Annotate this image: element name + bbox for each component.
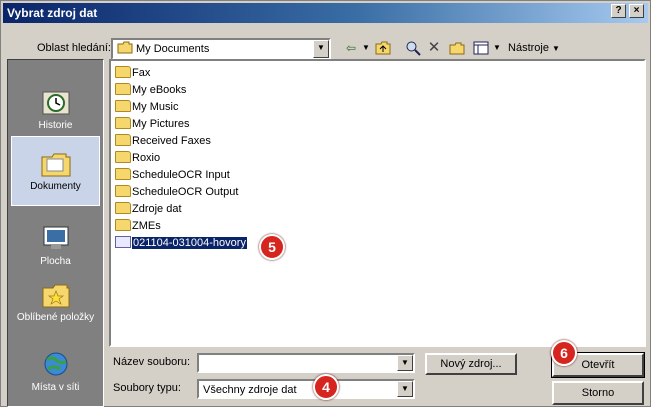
filetype-label: Soubory typu: <box>113 382 181 394</box>
list-item[interactable]: Received Faxes <box>115 133 211 150</box>
list-item[interactable]: Zdroje dat <box>115 201 182 218</box>
search-web-icon[interactable] <box>403 39 423 57</box>
folder-icon <box>115 83 131 95</box>
new-source-button[interactable]: Nový zdroj... <box>425 353 517 375</box>
place-favorites-label: Oblíbené položky <box>16 312 95 323</box>
look-in-value: My Documents <box>136 43 210 55</box>
network-places-icon <box>44 352 67 376</box>
list-item[interactable]: My eBooks <box>115 82 186 99</box>
place-desktop-label: Plocha <box>40 256 71 267</box>
chevron-down-icon[interactable]: ▼ <box>313 40 329 58</box>
up-folder-icon[interactable] <box>373 39 393 57</box>
list-item[interactable]: Roxio <box>115 150 160 167</box>
list-item-selected[interactable]: 021104-031004-hovory <box>115 235 248 252</box>
look-in-combobox[interactable]: My Documents ▼ <box>111 38 331 60</box>
delete-icon[interactable]: ✕ <box>425 39 443 57</box>
close-button[interactable]: × <box>629 4 644 18</box>
title-bar: Vybrat zdroj dat <box>3 3 648 23</box>
folder-icon <box>115 66 131 78</box>
list-item[interactable]: ZMEs <box>115 218 161 235</box>
tools-menu[interactable]: Nástroje ▼ <box>503 39 565 57</box>
place-network-label: Místa v síti <box>31 382 80 393</box>
filetype-select[interactable]: Všechny zdroje dat ▼ <box>197 379 415 399</box>
views-icon[interactable] <box>471 39 491 57</box>
cancel-button[interactable]: Storno <box>552 381 644 405</box>
place-desktop[interactable]: Plocha <box>11 218 100 280</box>
tools-dropdown-icon: ▼ <box>552 44 560 53</box>
desktop-icon <box>43 226 68 249</box>
step-badge-4: 4 <box>313 374 339 400</box>
filename-label: Název souboru: <box>113 356 191 368</box>
list-item[interactable]: My Music <box>115 99 178 116</box>
folder-icon <box>117 41 133 54</box>
file-list[interactable]: Fax My eBooks My Music My Pictures Recei… <box>109 59 646 347</box>
place-favorites[interactable]: Oblíbené položky <box>11 274 100 346</box>
step-badge-6: 6 <box>551 340 577 366</box>
folder-icon <box>115 168 131 180</box>
music-folder-icon <box>115 100 131 112</box>
filetype-value: Všechny zdroje dat <box>203 384 297 396</box>
place-history[interactable]: Historie <box>11 82 100 140</box>
chevron-down-icon[interactable]: ▼ <box>397 381 413 397</box>
tools-label: Nástroje <box>508 42 549 54</box>
new-folder-icon[interactable] <box>447 39 467 57</box>
places-bar: Historie Dokumenty Plocha Oblíbené polož… <box>7 59 104 407</box>
data-sources-folder-icon <box>115 202 131 214</box>
pictures-folder-icon <box>115 117 131 129</box>
documents-icon <box>41 153 70 177</box>
list-item[interactable]: Fax <box>115 65 150 82</box>
folder-icon <box>115 134 131 146</box>
list-item[interactable]: ScheduleOCR Output <box>115 184 238 201</box>
folder-icon <box>115 185 131 197</box>
place-documents-label: Dokumenty <box>30 181 81 192</box>
list-item[interactable]: ScheduleOCR Input <box>115 167 230 184</box>
look-in-label: Oblast hledání: <box>37 42 111 54</box>
window-title: Vybrat zdroj dat <box>7 6 98 20</box>
place-network[interactable]: Místa v síti <box>11 344 100 404</box>
help-button[interactable]: ? <box>611 4 626 18</box>
filename-input[interactable]: ▼ <box>197 353 415 373</box>
folder-icon <box>115 151 131 163</box>
chevron-down-icon[interactable]: ▼ <box>397 355 413 371</box>
favorites-icon <box>42 284 69 308</box>
views-dropdown-icon[interactable]: ▼ <box>492 39 502 57</box>
back-icon[interactable]: ⇦ <box>341 39 361 57</box>
history-icon <box>42 91 69 115</box>
list-item[interactable]: My Pictures <box>115 116 189 133</box>
step-badge-5: 5 <box>259 234 285 260</box>
folder-icon <box>115 219 131 231</box>
data-source-file-icon <box>115 236 131 248</box>
back-dropdown-icon[interactable]: ▼ <box>361 39 371 57</box>
place-documents[interactable]: Dokumenty <box>11 136 100 206</box>
place-history-label: Historie <box>38 120 73 131</box>
select-data-source-dialog: Vybrat zdroj dat ? × Oblast hledání: My … <box>0 0 651 407</box>
